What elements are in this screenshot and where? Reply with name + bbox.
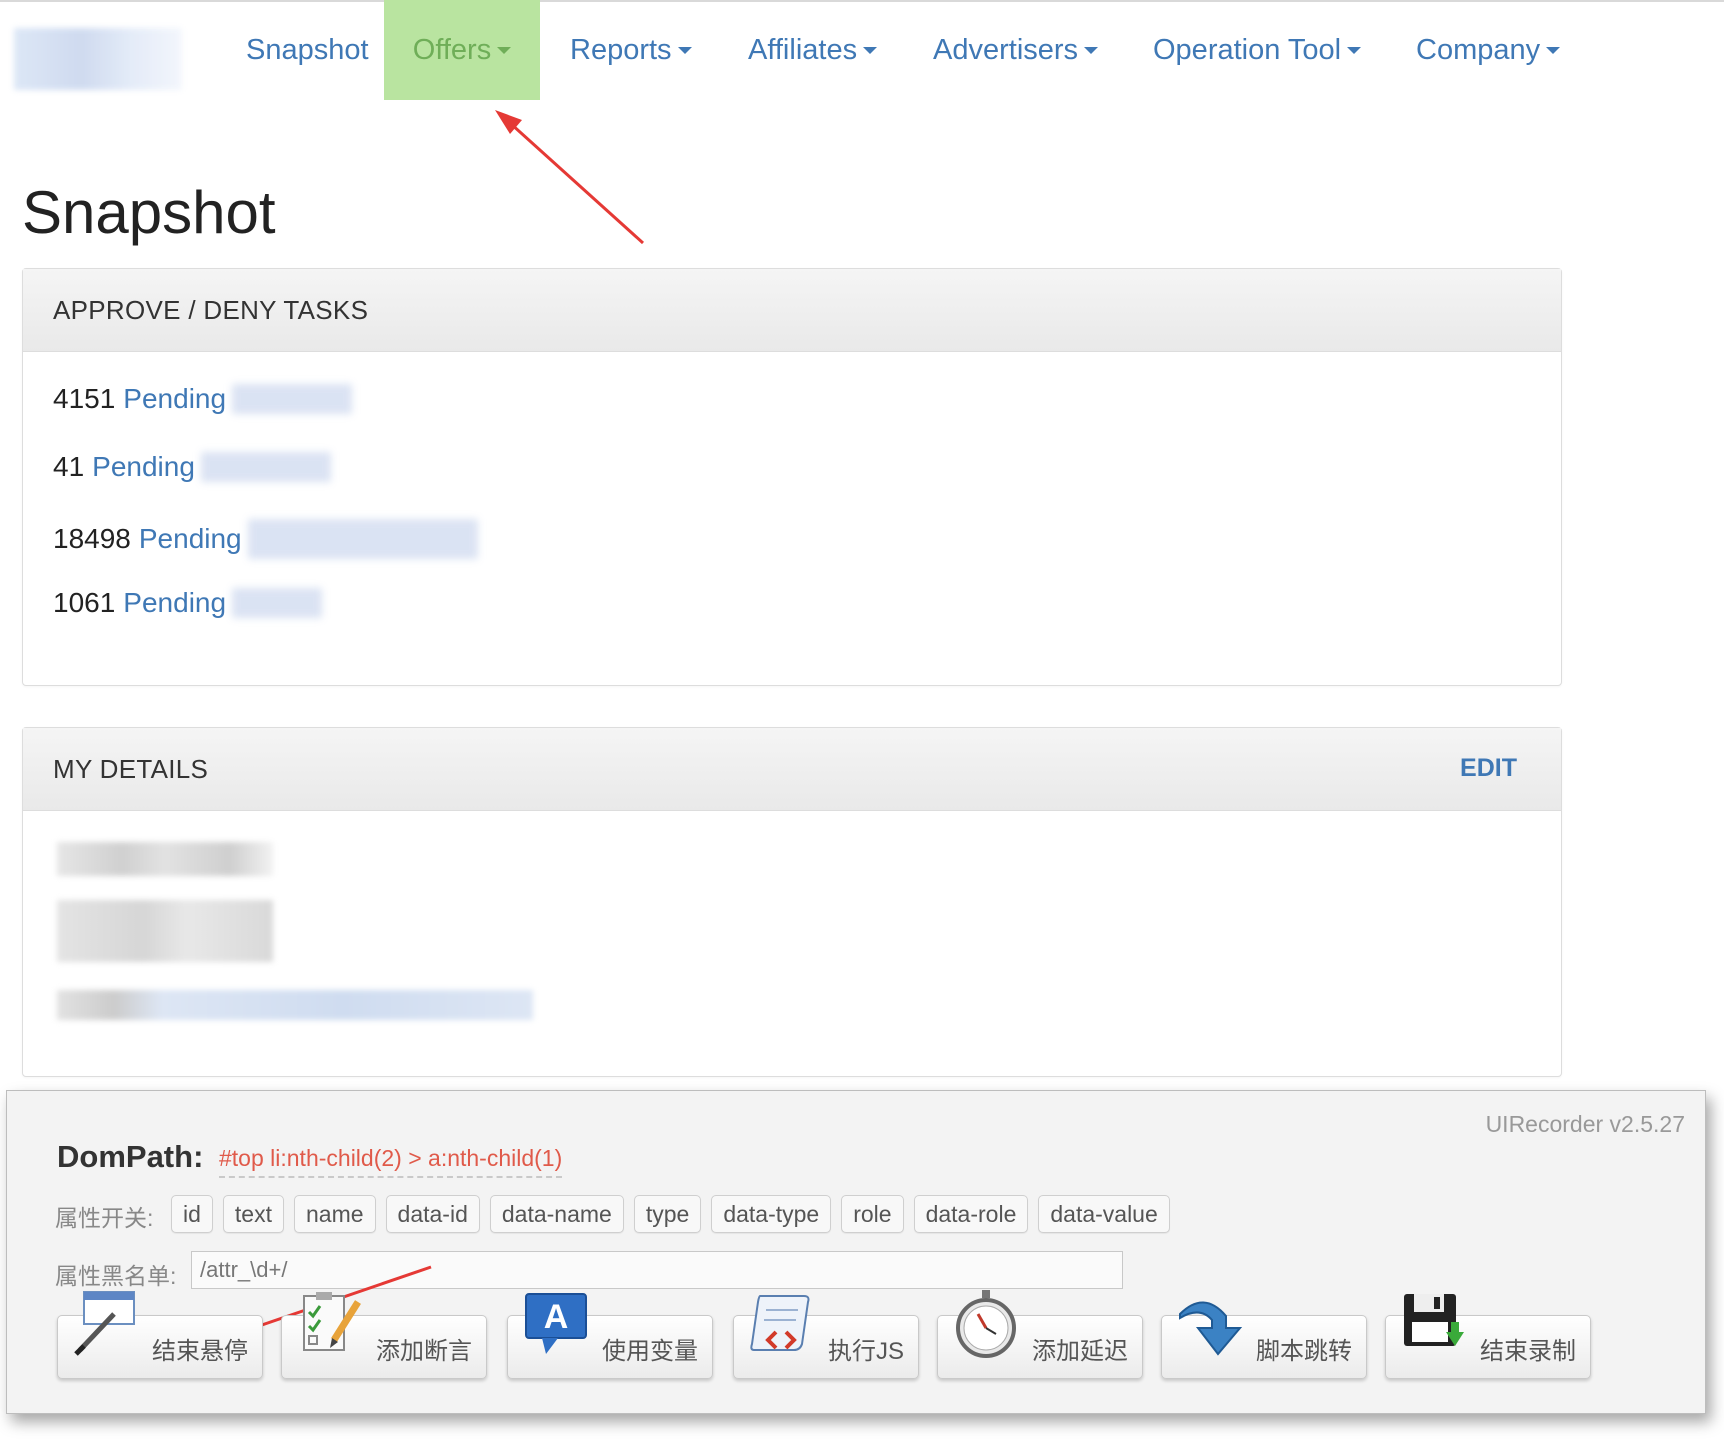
task-row: 18498 Pending: [53, 519, 478, 559]
script-jump-button[interactable]: 脚本跳转: [1161, 1301, 1367, 1379]
task-pending-link[interactable]: Pending: [123, 587, 226, 619]
task-pending-link[interactable]: Pending: [139, 523, 242, 555]
nav-offers[interactable]: Offers: [384, 0, 540, 100]
chevron-down-icon: [1546, 46, 1561, 54]
attr-chip-type[interactable]: type: [633, 1195, 702, 1233]
task-pending-link[interactable]: Pending: [92, 451, 195, 483]
chevron-down-icon: [1347, 46, 1362, 54]
page-title: Snapshot: [22, 179, 276, 246]
nav-snapshot[interactable]: Snapshot: [246, 0, 369, 100]
task-pending-link[interactable]: Pending: [123, 383, 226, 415]
end-hover-button[interactable]: 结束悬停: [57, 1291, 263, 1379]
attr-chip-data-value[interactable]: data-value: [1038, 1195, 1170, 1233]
nav-operation-tool-label: Operation Tool: [1153, 33, 1342, 66]
task-count: 18498: [53, 523, 131, 554]
script-scroll-icon: [750, 1295, 810, 1351]
top-navbar: Snapshot Offers Reports Affiliates Adver…: [0, 0, 1724, 100]
attr-chip-text[interactable]: text: [222, 1195, 284, 1233]
action-label: 结束悬停: [152, 1338, 248, 1365]
exec-js-button[interactable]: 执行JS: [733, 1295, 919, 1379]
checklist-pencil-icon: [303, 1292, 361, 1351]
nav-reports[interactable]: Reports: [570, 0, 692, 100]
floppy-save-icon: [1404, 1294, 1464, 1346]
edit-link[interactable]: EDIT: [1460, 754, 1517, 783]
nav-offers-label: Offers: [412, 33, 492, 66]
nav-snapshot-label: Snapshot: [246, 33, 369, 66]
redacted-text: [247, 519, 478, 559]
attr-chip-data-type[interactable]: data-type: [711, 1195, 832, 1233]
panel-heading: APPROVE / DENY TASKS: [23, 269, 1561, 352]
attr-blacklist-label: 属性黑名单:: [55, 1263, 177, 1289]
attr-chip-data-role[interactable]: data-role: [913, 1195, 1029, 1233]
nav-company-label: Company: [1416, 33, 1541, 66]
redacted-detail: [57, 900, 273, 962]
attr-switch-label: 属性开关:: [55, 1205, 154, 1231]
chevron-down-icon: [1084, 46, 1099, 54]
nav-affiliates[interactable]: Affiliates: [748, 0, 878, 100]
attr-chip-name[interactable]: name: [293, 1195, 376, 1233]
attr-switch-chips: id text name data-id data-name type data…: [171, 1195, 1170, 1233]
annotation-arrow-offers: [495, 110, 645, 245]
nav-operation-tool[interactable]: Operation Tool: [1153, 0, 1362, 100]
nav-company[interactable]: Company: [1416, 0, 1561, 100]
jump-arrow-icon: [1179, 1301, 1243, 1356]
svg-text:A: A: [544, 1298, 569, 1336]
nav-advertisers[interactable]: Advertisers: [933, 0, 1099, 100]
chevron-down-icon: [497, 46, 512, 54]
attr-chip-id[interactable]: id: [171, 1195, 213, 1233]
redacted-detail: [57, 842, 273, 876]
attr-chip-data-id[interactable]: data-id: [385, 1195, 480, 1233]
dompath-value[interactable]: #top li:nth-child(2) > a:nth-child(1): [219, 1145, 563, 1178]
panel-title: MY DETAILS: [53, 754, 209, 784]
task-row: 41 Pending: [53, 451, 331, 483]
nav-advertisers-label: Advertisers: [933, 33, 1079, 66]
action-label: 使用变量: [602, 1338, 698, 1365]
chevron-down-icon: [677, 46, 692, 54]
panel-title: APPROVE / DENY TASKS: [53, 295, 369, 325]
redacted-detail: [57, 990, 533, 1020]
add-delay-button[interactable]: 添加延迟: [937, 1290, 1143, 1379]
panel-heading: MY DETAILS EDIT: [23, 728, 1561, 811]
chevron-down-icon: [863, 46, 878, 54]
approve-deny-panel: APPROVE / DENY TASKS 4151 Pending 41 Pen…: [22, 268, 1562, 686]
add-assert-button[interactable]: 添加断言: [281, 1292, 487, 1379]
recorder-version: UIRecorder v2.5.27: [1485, 1111, 1685, 1137]
action-label: 执行JS: [827, 1338, 904, 1365]
redacted-text: [200, 452, 331, 482]
variable-a-icon: A: [525, 1293, 587, 1354]
nav-affiliates-label: Affiliates: [748, 33, 858, 66]
task-count: 41: [53, 451, 85, 482]
hover-end-icon: [74, 1291, 135, 1356]
task-row: 1061 Pending: [53, 587, 323, 619]
dompath-label: DomPath:: [57, 1139, 204, 1174]
stopwatch-icon: [956, 1290, 1016, 1358]
action-label: 脚本跳转: [1256, 1338, 1352, 1365]
task-row: 4151 Pending: [53, 383, 353, 415]
nav-reports-label: Reports: [570, 33, 672, 66]
action-label: 添加延迟: [1032, 1338, 1128, 1365]
my-details-panel: MY DETAILS EDIT: [22, 727, 1562, 1077]
redacted-text: [232, 384, 353, 414]
uirecorder-panel: UIRecorder v2.5.27 DomPath: #top li:nth-…: [6, 1090, 1706, 1414]
use-variable-button[interactable]: A 使用变量: [507, 1293, 713, 1379]
end-recording-button[interactable]: 结束录制: [1385, 1294, 1591, 1379]
action-label: 添加断言: [376, 1338, 472, 1365]
attr-chip-data-name[interactable]: data-name: [489, 1195, 624, 1233]
task-count: 1061: [53, 587, 116, 618]
action-label: 结束录制: [1480, 1338, 1576, 1365]
redacted-text: [232, 588, 323, 618]
attr-chip-role[interactable]: role: [841, 1195, 904, 1233]
task-count: 4151: [53, 383, 116, 414]
